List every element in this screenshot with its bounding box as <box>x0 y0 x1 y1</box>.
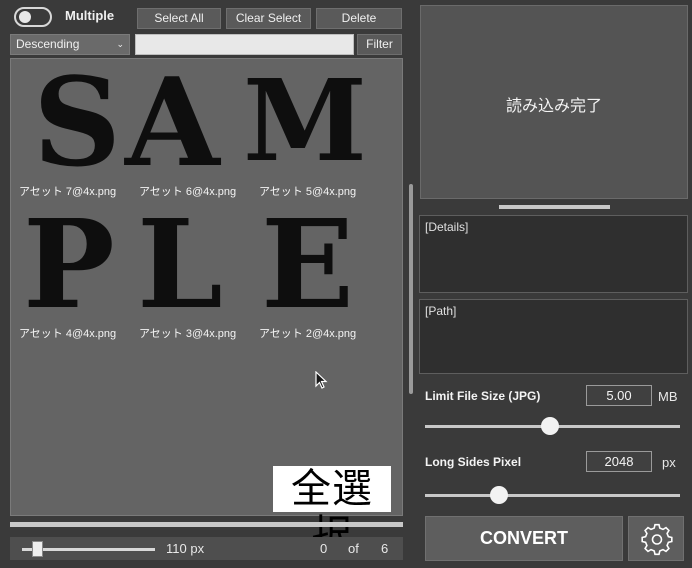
details-box: [Details] <box>419 215 688 293</box>
thumbnail-size-slider-thumb[interactable] <box>32 541 43 557</box>
multiple-toggle[interactable] <box>14 7 52 27</box>
thumbnail-image: E <box>253 203 363 325</box>
path-box: [Path] <box>419 299 688 374</box>
panel-splitter[interactable] <box>499 205 610 209</box>
watermark-letter: L <box>137 192 223 336</box>
load-status: 読み込み完了 <box>505 96 602 115</box>
watermark-letter: A <box>125 58 220 194</box>
thumbnail-item[interactable]: M アセット 5@4x.png <box>243 61 367 199</box>
thumbnail-item[interactable]: E アセット 2@4x.png <box>253 203 363 341</box>
limit-file-size-label: Limit File Size (JPG) <box>425 389 541 403</box>
delete-button[interactable]: Delete <box>316 8 402 29</box>
thumbnail-grid[interactable]: S アセット 7@4x.png A アセット 6@4x.png M アセット 5… <box>10 58 403 516</box>
details-label: [Details] <box>425 220 469 234</box>
thumbnail-image: A <box>125 61 243 183</box>
long-sides-pixel-slider-track[interactable] <box>425 494 680 497</box>
long-sides-pixel-input[interactable]: 2048 <box>586 451 652 472</box>
watermark-letter: E <box>261 192 354 336</box>
long-sides-pixel-slider-thumb[interactable] <box>489 486 508 504</box>
chevron-down-icon: ⌄ <box>116 39 124 49</box>
watermark-letter: M <box>243 58 367 187</box>
total-count: 6 <box>381 541 389 556</box>
limit-file-size-unit: MB <box>658 389 678 404</box>
limit-file-size-input[interactable]: 5.00 <box>586 385 652 406</box>
grid-scrollbar[interactable] <box>409 184 413 394</box>
filter-input-wrapper[interactable] <box>135 34 354 55</box>
count-separator: of <box>348 541 359 556</box>
grid-horizontal-scrollbar[interactable] <box>10 522 403 527</box>
long-sides-pixel-unit: px <box>662 455 676 470</box>
toggle-knob <box>19 11 31 23</box>
select-all-overlay-label: 全選択 <box>273 466 391 558</box>
long-sides-pixel-label: Long Sides Pixel <box>425 455 522 469</box>
clear-select-button[interactable]: Clear Select <box>226 8 311 29</box>
thumbnail-image: S <box>13 61 123 183</box>
sort-order-select[interactable]: Descending ⌄ <box>10 34 130 55</box>
settings-button[interactable] <box>628 516 684 561</box>
thumbnail-item[interactable]: S アセット 7@4x.png <box>13 61 123 199</box>
path-label: [Path] <box>425 304 457 318</box>
convert-button[interactable]: CONVERT <box>425 516 623 561</box>
thumbnail-image: P <box>13 203 123 325</box>
gear-icon <box>641 523 673 556</box>
thumbnail-item[interactable]: L アセット 3@4x.png <box>133 203 243 341</box>
limit-file-size-slider-thumb[interactable] <box>540 417 559 435</box>
select-all-button[interactable]: Select All <box>137 8 221 29</box>
filter-input[interactable] <box>136 35 353 54</box>
thumbnail-item[interactable]: A アセット 6@4x.png <box>125 61 243 199</box>
selected-count: 0 <box>320 541 328 556</box>
filter-button[interactable]: Filter <box>357 34 402 55</box>
sort-order-value: Descending <box>16 37 80 51</box>
thumbnail-image: M <box>243 61 367 183</box>
thumbnail-item[interactable]: P アセット 4@4x.png <box>13 203 123 341</box>
watermark-letter: S <box>33 58 122 194</box>
mouse-cursor-icon <box>315 371 328 389</box>
thumbnail-image: L <box>133 203 243 325</box>
thumbnail-size-value: 110 px <box>166 541 205 556</box>
watermark-letter: P <box>23 192 115 336</box>
multiple-label: Multiple <box>65 8 115 23</box>
